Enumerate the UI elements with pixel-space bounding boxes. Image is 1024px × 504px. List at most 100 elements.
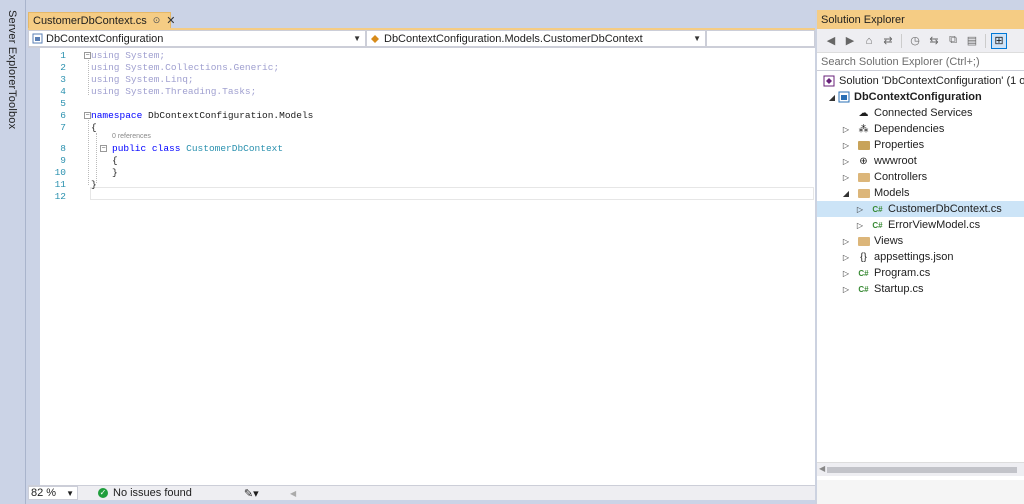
tree-item-label: CustomerDbContext.cs <box>888 203 1002 215</box>
folder-icon <box>857 235 870 248</box>
project-dropdown[interactable]: DbContextConfiguration ▼ <box>28 30 366 47</box>
tree-item-customerdbcontext[interactable]: ▷ C# CustomerDbContext.cs <box>817 201 1024 217</box>
using-target: System; <box>119 50 166 61</box>
chevron-down-icon: ▼ <box>66 489 74 498</box>
collapse-icon[interactable]: − <box>84 112 91 119</box>
type-dropdown-value: DbContextConfiguration.Models.CustomerDb… <box>384 32 643 45</box>
expanded-icon[interactable]: ◢ <box>827 93 837 102</box>
solution-explorer-panel: Solution Explorer ◀ ▶ ⌂ ⇄ ◷ ⇆ ⧉ ▤ ⊞ Sear… <box>815 10 1024 504</box>
scrollbar-thumb[interactable] <box>827 467 1017 473</box>
toolbar-separator <box>985 33 986 48</box>
tree-item-label: Startup.cs <box>874 283 924 295</box>
tree-item-properties[interactable]: ▷ Properties <box>817 137 1024 153</box>
home-icon[interactable]: ⌂ <box>861 33 877 49</box>
collapsed-icon[interactable]: ▷ <box>841 141 851 150</box>
csharp-file-icon: C# <box>872 204 883 214</box>
tree-item-label: ErrorViewModel.cs <box>888 219 981 231</box>
collapsed-icon[interactable]: ▷ <box>841 269 851 278</box>
code-line-1: using System; <box>91 50 165 61</box>
folder-icon <box>857 171 870 184</box>
collapse-icon[interactable]: − <box>84 52 91 59</box>
class-name: CustomerDbContext <box>186 143 284 154</box>
solution-explorer-toolbar: ◀ ▶ ⌂ ⇄ ◷ ⇆ ⧉ ▤ ⊞ <box>817 29 1024 53</box>
collapsed-icon[interactable]: ▷ <box>841 285 851 294</box>
solution-explorer-search[interactable]: Search Solution Explorer (Ctrl+;) <box>817 53 1024 71</box>
sync-icon[interactable]: ⇆ <box>926 33 942 49</box>
kw-using: using <box>91 86 120 97</box>
toolbox-tab[interactable]: Toolbox <box>6 90 18 129</box>
collapsed-icon[interactable]: ▷ <box>841 157 851 166</box>
collapsed-icon[interactable]: ▷ <box>855 221 865 230</box>
zoom-dropdown[interactable]: 82 % ▼ <box>28 486 78 500</box>
collapsed-icon[interactable]: ▷ <box>855 205 865 214</box>
tree-item-label: Solution 'DbContextConfiguration' (1 of <box>839 75 1024 87</box>
codelens-references[interactable]: 0 references <box>112 133 151 140</box>
code-line-9: { <box>112 155 118 166</box>
issues-status[interactable]: No issues found <box>113 487 192 499</box>
code-cleanup-icon[interactable]: ✎▾ <box>244 487 259 500</box>
folder-open-icon <box>857 187 870 200</box>
code-line-2: using System.Collections.Generic; <box>91 62 279 73</box>
back-icon[interactable]: ◀ <box>823 33 839 49</box>
using-target: System.Collections.Generic; <box>119 62 280 73</box>
pending-changes-icon[interactable]: ◷ <box>907 33 923 49</box>
scroll-left-icon[interactable]: ◀ <box>290 489 296 498</box>
show-all-files-icon[interactable]: ▤ <box>964 33 980 49</box>
tree-item-solution[interactable]: Solution 'DbContextConfiguration' (1 of <box>817 73 1024 89</box>
collapsed-icon[interactable]: ▷ <box>841 253 851 262</box>
tree-item-errorviewmodel[interactable]: ▷ C# ErrorViewModel.cs <box>817 217 1024 233</box>
fold-guide <box>88 60 89 95</box>
navigation-bar: DbContextConfiguration ▼ DbContextConfig… <box>28 30 815 48</box>
using-target: System.Linq; <box>119 74 194 85</box>
type-dropdown[interactable]: DbContextConfiguration.Models.CustomerDb… <box>366 30 706 47</box>
tree-item-wwwroot[interactable]: ▷ ⊕ wwwroot <box>817 153 1024 169</box>
kw-public: public <box>112 143 147 154</box>
project-icon <box>32 33 43 44</box>
solution-explorer-hscrollbar[interactable]: ◀ <box>817 462 1024 476</box>
code-line-3: using System.Linq; <box>91 74 194 85</box>
pin-icon[interactable]: ⊙ <box>153 15 161 26</box>
tree-item-program[interactable]: ▷ C# Program.cs <box>817 265 1024 281</box>
scroll-left-icon[interactable]: ◀ <box>819 464 825 473</box>
tree-item-label: appsettings.json <box>874 251 954 263</box>
member-dropdown[interactable] <box>706 30 815 47</box>
left-tool-strip: Server Explorer Toolbox <box>0 0 26 504</box>
server-explorer-tab[interactable]: Server Explorer <box>6 10 18 89</box>
collapsed-icon[interactable]: ▷ <box>841 125 851 134</box>
preview-selected-icon[interactable]: ⊞ <box>991 32 1007 49</box>
close-icon[interactable]: ✕ <box>166 14 175 27</box>
collapse-all-icon[interactable]: ⧉ <box>945 33 961 49</box>
line-number: 3 <box>60 74 66 85</box>
zoom-value: 82 % <box>31 487 57 499</box>
expanded-icon[interactable]: ◢ <box>841 189 851 198</box>
tree-item-models[interactable]: ◢ Models <box>817 185 1024 201</box>
tree-item-appsettings[interactable]: ▷ {} appsettings.json <box>817 249 1024 265</box>
code-line-4: using System.Threading.Tasks; <box>91 86 256 97</box>
switch-views-icon[interactable]: ⇄ <box>880 33 896 49</box>
tree-item-connected-services[interactable]: ☁ Connected Services <box>817 105 1024 121</box>
code-line-8: public class CustomerDbContext <box>112 143 283 154</box>
line-number: 6 <box>60 110 66 121</box>
code-line-11: } <box>91 179 97 190</box>
tree-item-label: Program.cs <box>874 267 931 279</box>
tree-item-dependencies[interactable]: ▷ ⁂ Dependencies <box>817 121 1024 137</box>
tree-item-views[interactable]: ▷ Views <box>817 233 1024 249</box>
tree-item-controllers[interactable]: ▷ Controllers <box>817 169 1024 185</box>
forward-icon[interactable]: ▶ <box>842 33 858 49</box>
collapsed-icon[interactable]: ▷ <box>841 173 851 182</box>
tree-item-label: Views <box>874 235 904 247</box>
collapsed-icon[interactable]: ▷ <box>841 237 851 246</box>
collapse-icon[interactable]: − <box>100 145 107 152</box>
code-line-10: } <box>112 167 118 178</box>
tree-item-project[interactable]: ◢ DbContextConfiguration <box>817 89 1024 105</box>
current-line-highlight <box>90 187 814 200</box>
globe-icon: ⊕ <box>859 155 868 167</box>
chevron-down-icon: ▼ <box>353 34 361 43</box>
tree-item-startup[interactable]: ▷ C# Startup.cs <box>817 281 1024 297</box>
namespace-name: DbContextConfiguration.Models <box>142 110 314 121</box>
document-tab[interactable]: CustomerDbContext.cs ⊙ ✕ <box>28 12 175 29</box>
tree-item-label: Controllers <box>874 171 928 183</box>
check-circle-icon: ✓ <box>98 488 108 498</box>
line-number: 1 <box>60 50 66 61</box>
project-dropdown-value: DbContextConfiguration <box>46 32 164 45</box>
